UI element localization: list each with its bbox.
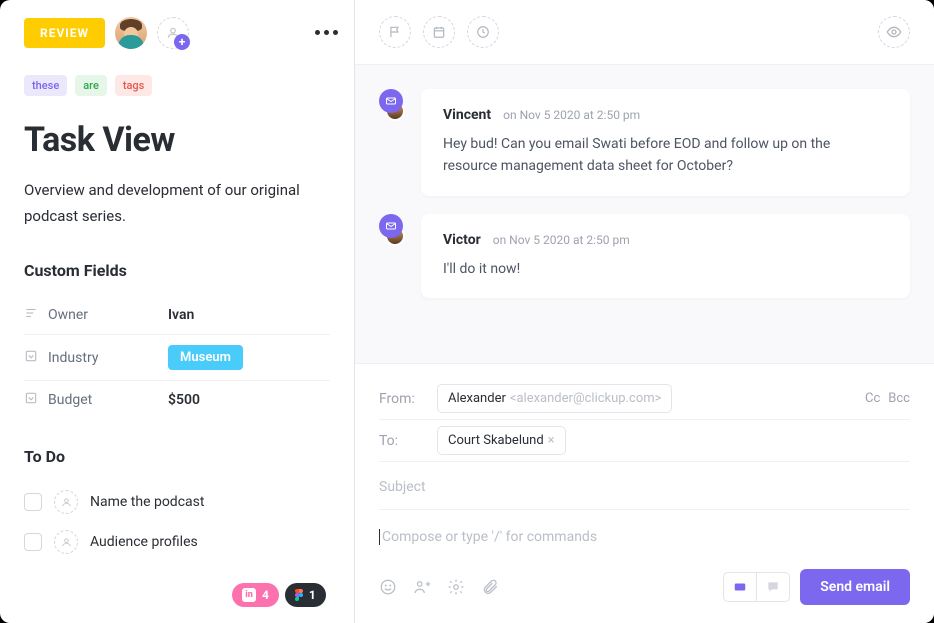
tag-item[interactable]: these bbox=[24, 75, 67, 96]
email-icon bbox=[379, 89, 403, 113]
message-time: on Nov 5 2020 at 2:50 pm bbox=[503, 108, 640, 122]
figma-icon bbox=[295, 589, 303, 601]
figma-pill[interactable]: 1 bbox=[285, 583, 326, 607]
assign-user-icon[interactable] bbox=[54, 530, 78, 554]
todo-heading: To Do bbox=[24, 447, 330, 466]
from-chip[interactable]: Alexander <alexander@clickup.com> bbox=[437, 384, 672, 413]
todo-item-label[interactable]: Name the podcast bbox=[90, 494, 204, 510]
budget-value[interactable]: $500 bbox=[168, 381, 330, 420]
task-description[interactable]: Overview and development of our original… bbox=[24, 178, 330, 229]
assign-user-icon[interactable] bbox=[54, 490, 78, 514]
todo-checkbox[interactable] bbox=[24, 493, 42, 511]
message-body: Hey bud! Can you email Swati before EOD … bbox=[443, 133, 888, 178]
assignee-avatar[interactable] bbox=[115, 17, 147, 49]
from-name: Alexander bbox=[448, 391, 506, 406]
watch-button[interactable] bbox=[878, 16, 910, 48]
message-author: Victor bbox=[443, 232, 481, 248]
to-label: To: bbox=[379, 433, 423, 449]
tag-item[interactable]: tags bbox=[115, 75, 153, 96]
message-time: on Nov 5 2020 at 2:50 pm bbox=[493, 233, 630, 247]
bcc-button[interactable]: Bcc bbox=[888, 391, 910, 406]
invision-icon: in bbox=[242, 588, 256, 602]
send-email-button[interactable]: Send email bbox=[800, 569, 910, 605]
subject-input[interactable] bbox=[379, 479, 910, 495]
more-options-button[interactable] bbox=[315, 30, 338, 35]
todo-checkbox[interactable] bbox=[24, 533, 42, 551]
email-mode-button[interactable] bbox=[724, 573, 757, 601]
message-card[interactable]: Vincent on Nov 5 2020 at 2:50 pm Hey bud… bbox=[421, 89, 910, 196]
tag-item[interactable]: are bbox=[75, 75, 107, 96]
from-email: <alexander@clickup.com> bbox=[510, 391, 662, 406]
attachment-icon[interactable] bbox=[481, 578, 499, 596]
industry-label: Industry bbox=[48, 335, 168, 381]
flag-button[interactable] bbox=[379, 16, 411, 48]
invision-count: 4 bbox=[262, 588, 269, 602]
task-title[interactable]: Task View bbox=[24, 120, 330, 160]
invision-pill[interactable]: in 4 bbox=[232, 583, 279, 607]
to-chip[interactable]: Court Skabelund × bbox=[437, 426, 566, 455]
owner-label: Owner bbox=[48, 296, 168, 335]
emoji-icon[interactable] bbox=[379, 578, 397, 596]
message-card[interactable]: Victor on Nov 5 2020 at 2:50 pm I'll do … bbox=[421, 214, 910, 298]
todo-item-label[interactable]: Audience profiles bbox=[90, 534, 198, 550]
message-author: Vincent bbox=[443, 107, 491, 123]
settings-icon[interactable] bbox=[447, 578, 465, 596]
compose-editor[interactable]: Compose or type '/' for commands bbox=[379, 529, 597, 545]
from-label: From: bbox=[379, 391, 423, 407]
message-body: I'll do it now! bbox=[443, 258, 888, 280]
time-button[interactable] bbox=[467, 16, 499, 48]
remove-recipient-icon[interactable]: × bbox=[548, 433, 555, 448]
to-name: Court Skabelund bbox=[448, 433, 544, 448]
mention-icon[interactable] bbox=[413, 578, 431, 596]
comment-mode-button[interactable] bbox=[757, 573, 789, 601]
figma-count: 1 bbox=[309, 588, 316, 602]
plus-icon: + bbox=[174, 34, 190, 50]
add-assignee-button[interactable]: + bbox=[157, 17, 189, 49]
budget-label: Budget bbox=[48, 381, 168, 420]
owner-value[interactable]: Ivan bbox=[168, 296, 330, 335]
custom-fields-heading: Custom Fields bbox=[24, 261, 330, 280]
date-button[interactable] bbox=[423, 16, 455, 48]
industry-value[interactable]: Museum bbox=[168, 345, 243, 370]
email-icon bbox=[379, 214, 403, 238]
status-badge[interactable]: REVIEW bbox=[24, 18, 105, 48]
cc-button[interactable]: Cc bbox=[865, 391, 880, 406]
